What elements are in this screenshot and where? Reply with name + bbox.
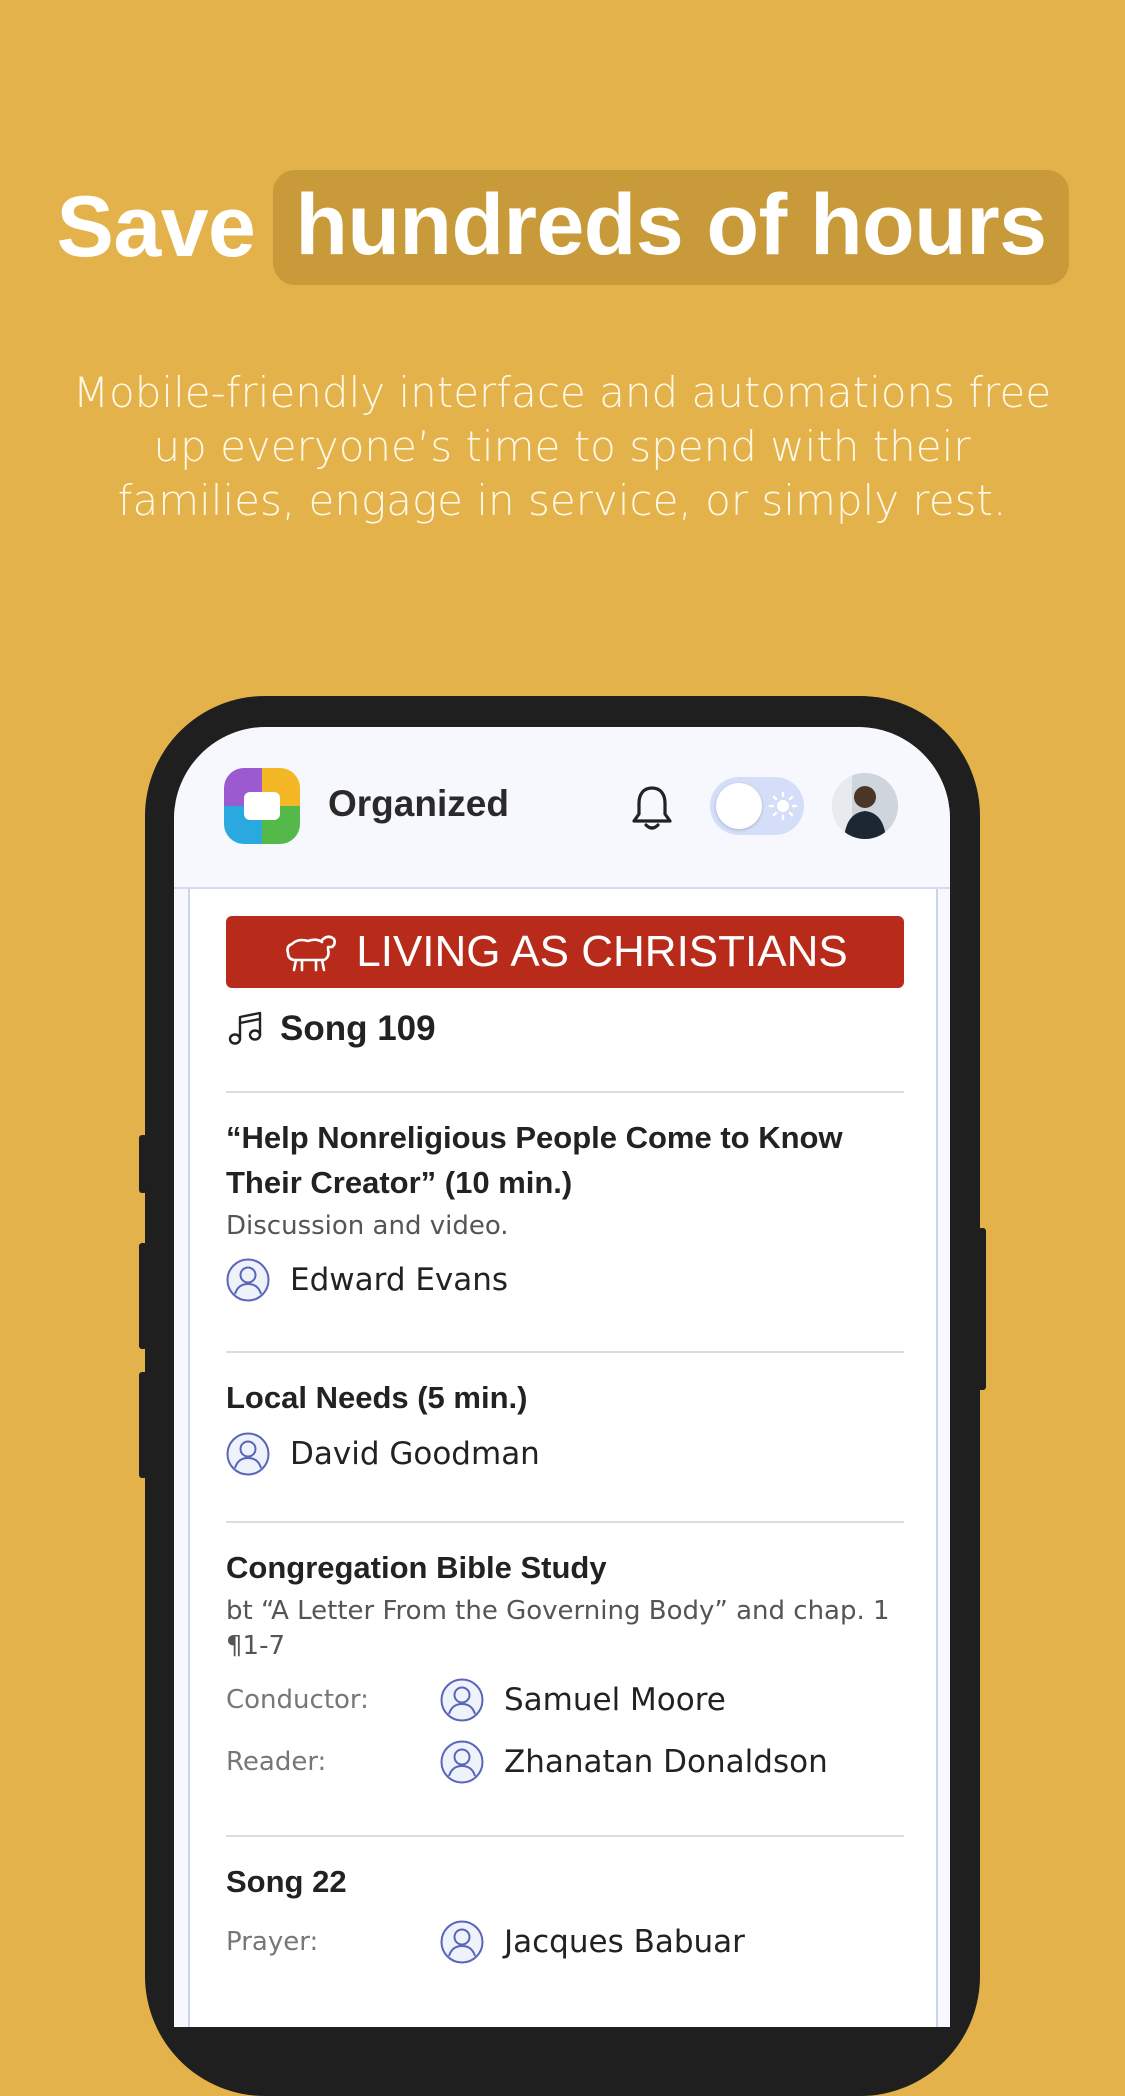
assignee[interactable]: Samuel Moore bbox=[440, 1678, 726, 1722]
part-title: Congregation Bible Study bbox=[226, 1550, 607, 1585]
headline-highlight: hundreds of hours bbox=[273, 170, 1069, 285]
role-label: Conductor: bbox=[226, 1685, 369, 1715]
opening-song: Song 109 bbox=[226, 1009, 904, 1049]
user-icon bbox=[440, 1678, 484, 1722]
phone-volume-up-button bbox=[139, 1243, 147, 1349]
phone-side-button bbox=[139, 1135, 147, 1193]
divider bbox=[226, 1091, 904, 1093]
divider bbox=[226, 1521, 904, 1523]
assignee[interactable]: Edward Evans bbox=[226, 1258, 904, 1302]
subtitle: Mobile-friendly interface and automation… bbox=[72, 368, 1052, 525]
divider bbox=[226, 1835, 904, 1837]
headline-plain: Save bbox=[56, 179, 256, 275]
bell-icon[interactable] bbox=[630, 783, 674, 833]
music-note-icon bbox=[228, 1011, 262, 1045]
assignee[interactable]: Jacques Babuar bbox=[440, 1920, 745, 1964]
theme-toggle-knob bbox=[716, 783, 762, 829]
meeting-content: LIVING AS CHRISTIANS Song 109 “Help Nonr… bbox=[188, 889, 938, 2027]
closing-section: Song 22 Prayer: Jacques Babuar bbox=[226, 1859, 904, 1964]
part-description: Discussion and video. bbox=[226, 1211, 509, 1241]
meeting-part: Congregation Bible Study bt “A Letter Fr… bbox=[226, 1545, 904, 1784]
headline: Save hundreds of hours bbox=[0, 170, 1125, 285]
app-title: Organized bbox=[328, 783, 509, 824]
user-icon bbox=[440, 1740, 484, 1784]
assignee-name: David Goodman bbox=[290, 1436, 540, 1472]
closing-song: Song 22 bbox=[226, 1864, 347, 1899]
app-logo[interactable] bbox=[224, 768, 300, 844]
user-avatar[interactable] bbox=[832, 773, 898, 839]
divider bbox=[226, 1351, 904, 1353]
role-row: Prayer: Jacques Babuar bbox=[226, 1920, 904, 1964]
theme-toggle[interactable] bbox=[710, 777, 804, 835]
section-title: LIVING AS CHRISTIANS bbox=[356, 927, 848, 976]
assignee-name: Edward Evans bbox=[290, 1262, 509, 1298]
opening-song-label: Song 109 bbox=[280, 1009, 436, 1048]
sun-icon bbox=[768, 791, 798, 821]
part-description: bt “A Letter From the Governing Body” an… bbox=[226, 1596, 890, 1661]
assignee[interactable]: Zhanatan Donaldson bbox=[440, 1740, 828, 1784]
role-label: Reader: bbox=[226, 1747, 327, 1777]
phone-volume-down-button bbox=[139, 1372, 147, 1478]
part-title: Local Needs (5 min.) bbox=[226, 1380, 528, 1415]
user-icon bbox=[226, 1258, 270, 1302]
phone-power-button bbox=[978, 1228, 986, 1390]
app-header: Organized bbox=[174, 727, 950, 889]
sheep-icon bbox=[286, 935, 337, 972]
assignee-name: Zhanatan Donaldson bbox=[504, 1744, 828, 1780]
assignee-name: Samuel Moore bbox=[504, 1682, 726, 1718]
meeting-part: Local Needs (5 min.) David Goodman bbox=[226, 1375, 904, 1476]
user-icon bbox=[226, 1432, 270, 1476]
role-row: Conductor: Samuel Moore bbox=[226, 1678, 904, 1722]
meeting-part: “Help Nonreligious People Come to Know T… bbox=[226, 1115, 904, 1302]
section-banner: LIVING AS CHRISTIANS bbox=[226, 916, 904, 988]
phone-screen: Organized LIVING AS CHRISTIANS Song 109 … bbox=[174, 727, 950, 2027]
user-icon bbox=[440, 1920, 484, 1964]
part-title: “Help Nonreligious People Come to Know T… bbox=[226, 1120, 843, 1200]
role-label: Prayer: bbox=[226, 1927, 319, 1957]
assignee-name: Jacques Babuar bbox=[504, 1924, 745, 1960]
assignee[interactable]: David Goodman bbox=[226, 1432, 904, 1476]
role-row: Reader: Zhanatan Donaldson bbox=[226, 1740, 904, 1784]
